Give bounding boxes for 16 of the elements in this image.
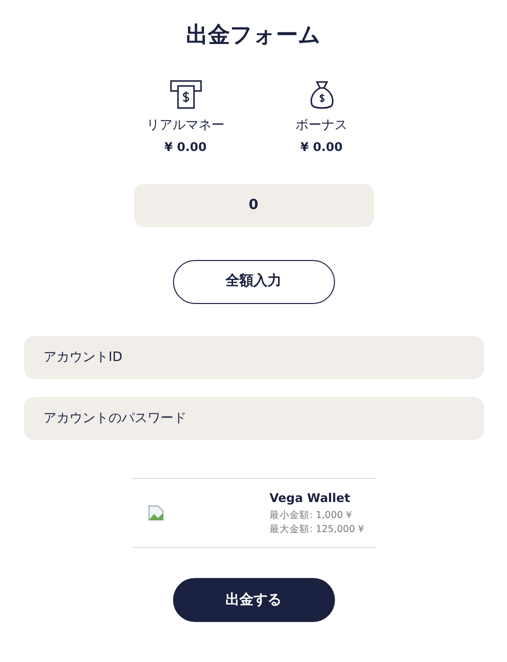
submit-button[interactable]: 出金する xyxy=(172,578,334,622)
method-max: 最大金額: 125,000 ¥ xyxy=(270,522,364,537)
text-field[interactable]: アカウントID xyxy=(24,336,484,378)
balance-label: リアルマネー xyxy=(146,117,224,135)
text-field[interactable]: アカウントのパスワード xyxy=(24,396,484,440)
money-bag-icon xyxy=(308,80,334,110)
broken-image-icon xyxy=(148,504,164,521)
form-title: 出金フォーム xyxy=(186,22,321,50)
balance-amount: ¥ 0.00 xyxy=(164,138,207,156)
balance-amount: ¥ 0.00 xyxy=(300,138,343,156)
atm-icon xyxy=(170,80,202,110)
amount-field[interactable]: 0 xyxy=(134,184,374,226)
fill-all-button[interactable]: 全額入力 xyxy=(172,260,334,304)
method-min: 最小金額: 1,000 ¥ xyxy=(270,508,353,522)
balance-label: ボーナス xyxy=(296,117,348,135)
method-name: Vega Wallet xyxy=(270,490,352,506)
